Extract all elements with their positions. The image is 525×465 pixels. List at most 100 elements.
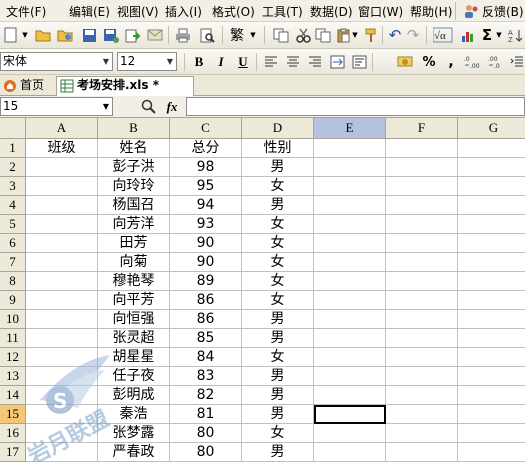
cell-a17[interactable]	[26, 443, 98, 462]
cell-b2[interactable]: 彭子洪	[98, 158, 170, 177]
cell-a16[interactable]	[26, 424, 98, 443]
formula-input[interactable]	[186, 97, 525, 116]
cell-d1[interactable]: 性别	[242, 139, 314, 158]
cell-f12[interactable]	[386, 348, 458, 367]
cell-a9[interactable]	[26, 291, 98, 310]
cell-b5[interactable]: 向芳洋	[98, 215, 170, 234]
wrap-text-icon[interactable]	[350, 53, 368, 71]
row-header-2[interactable]: 2	[0, 158, 26, 177]
cell-d3[interactable]: 女	[242, 177, 314, 196]
row-header-8[interactable]: 8	[0, 272, 26, 291]
cell-d2[interactable]: 男	[242, 158, 314, 177]
cell-b13[interactable]: 任子夜	[98, 367, 170, 386]
name-box[interactable]: 15 ▼	[0, 97, 113, 116]
new-document-icon[interactable]	[2, 26, 20, 44]
traditional-dropdown-chevron-down-icon[interactable]: ▼	[248, 26, 258, 44]
format-painter-icon[interactable]	[362, 26, 380, 44]
cell-c11[interactable]: 85	[170, 329, 242, 348]
cell-d10[interactable]: 男	[242, 310, 314, 329]
cell-b7[interactable]: 向菊	[98, 253, 170, 272]
cell-g4[interactable]	[458, 196, 525, 215]
percent-style-button[interactable]: %	[420, 53, 438, 71]
row-header-12[interactable]: 12	[0, 348, 26, 367]
row-header-7[interactable]: 7	[0, 253, 26, 272]
export-icon[interactable]	[124, 26, 142, 44]
cell-g9[interactable]	[458, 291, 525, 310]
cell-b11[interactable]: 张灵超	[98, 329, 170, 348]
cell-g13[interactable]	[458, 367, 525, 386]
decrease-decimal-icon[interactable]: .00.0	[488, 53, 506, 71]
row-header-11[interactable]: 11	[0, 329, 26, 348]
cell-e8[interactable]	[314, 272, 386, 291]
cell-e3[interactable]	[314, 177, 386, 196]
cell-f3[interactable]	[386, 177, 458, 196]
cell-e12[interactable]	[314, 348, 386, 367]
cell-a5[interactable]	[26, 215, 98, 234]
cell-a13[interactable]	[26, 367, 98, 386]
indent-icon[interactable]	[508, 53, 525, 71]
cell-b9[interactable]: 向平芳	[98, 291, 170, 310]
cell-f16[interactable]	[386, 424, 458, 443]
cell-e9[interactable]	[314, 291, 386, 310]
cell-c8[interactable]: 89	[170, 272, 242, 291]
menu-data[interactable]: 数据(D)	[310, 3, 353, 20]
menu-insert[interactable]: 插入(I)	[165, 3, 202, 20]
cell-a4[interactable]	[26, 196, 98, 215]
new-dropdown-chevron-down-icon[interactable]: ▼	[20, 26, 30, 44]
menu-view[interactable]: 视图(V)	[117, 3, 159, 20]
menu-tools[interactable]: 工具(T)	[262, 3, 303, 20]
copy-format-icon[interactable]	[272, 26, 290, 44]
cell-c10[interactable]: 86	[170, 310, 242, 329]
cell-e7[interactable]	[314, 253, 386, 272]
traditional-chinese-button[interactable]: 繁	[228, 26, 246, 44]
menu-file[interactable]: 文件(F)	[6, 3, 46, 20]
cell-a15[interactable]	[26, 405, 98, 424]
column-header-e[interactable]: E	[314, 118, 386, 139]
column-header-c[interactable]: C	[170, 118, 242, 139]
cell-d16[interactable]: 女	[242, 424, 314, 443]
open-folder-icon[interactable]	[34, 26, 52, 44]
cell-f1[interactable]	[386, 139, 458, 158]
email-icon[interactable]	[146, 26, 164, 44]
cell-c12[interactable]: 84	[170, 348, 242, 367]
increase-decimal-icon[interactable]: .0.00	[464, 53, 482, 71]
font-name-combo[interactable]: 宋体 ▼	[0, 52, 113, 71]
cell-c4[interactable]: 94	[170, 196, 242, 215]
cell-f2[interactable]	[386, 158, 458, 177]
menu-edit[interactable]: 编辑(E)	[69, 3, 110, 20]
print-preview-icon[interactable]	[198, 26, 216, 44]
autosum-dropdown-chevron-down-icon[interactable]: ▼	[494, 26, 504, 44]
cell-c16[interactable]: 80	[170, 424, 242, 443]
comma-style-button[interactable]: ,	[442, 53, 460, 71]
cell-b1[interactable]: 姓名	[98, 139, 170, 158]
cell-a1[interactable]: 班级	[26, 139, 98, 158]
column-header-d[interactable]: D	[242, 118, 314, 139]
cell-g12[interactable]	[458, 348, 525, 367]
font-size-combo[interactable]: 12 ▼	[117, 52, 177, 71]
italic-button[interactable]: I	[212, 53, 230, 71]
align-right-icon[interactable]	[306, 53, 324, 71]
cell-a3[interactable]	[26, 177, 98, 196]
cell-c15[interactable]: 81	[170, 405, 242, 424]
menu-feedback[interactable]: 反馈(B)	[482, 3, 524, 20]
cell-f10[interactable]	[386, 310, 458, 329]
cell-c9[interactable]: 86	[170, 291, 242, 310]
tab-file[interactable]: 考场安排.xls *	[56, 76, 194, 97]
menu-help[interactable]: 帮助(H)	[410, 3, 452, 20]
row-header-6[interactable]: 6	[0, 234, 26, 253]
cell-b4[interactable]: 杨国召	[98, 196, 170, 215]
cell-c3[interactable]: 95	[170, 177, 242, 196]
column-header-a[interactable]: A	[26, 118, 98, 139]
align-center-icon[interactable]	[284, 53, 302, 71]
active-cell-e15[interactable]	[314, 405, 386, 424]
cell-f14[interactable]	[386, 386, 458, 405]
currency-icon[interactable]	[396, 53, 414, 71]
cell-g2[interactable]	[458, 158, 525, 177]
column-header-g[interactable]: G	[458, 118, 525, 139]
cell-d13[interactable]: 男	[242, 367, 314, 386]
cut-icon[interactable]	[294, 26, 312, 44]
cell-b15[interactable]: 秦浩	[98, 405, 170, 424]
cell-f11[interactable]	[386, 329, 458, 348]
font-size-chevron-down-icon[interactable]: ▼	[164, 53, 176, 70]
cell-g10[interactable]	[458, 310, 525, 329]
